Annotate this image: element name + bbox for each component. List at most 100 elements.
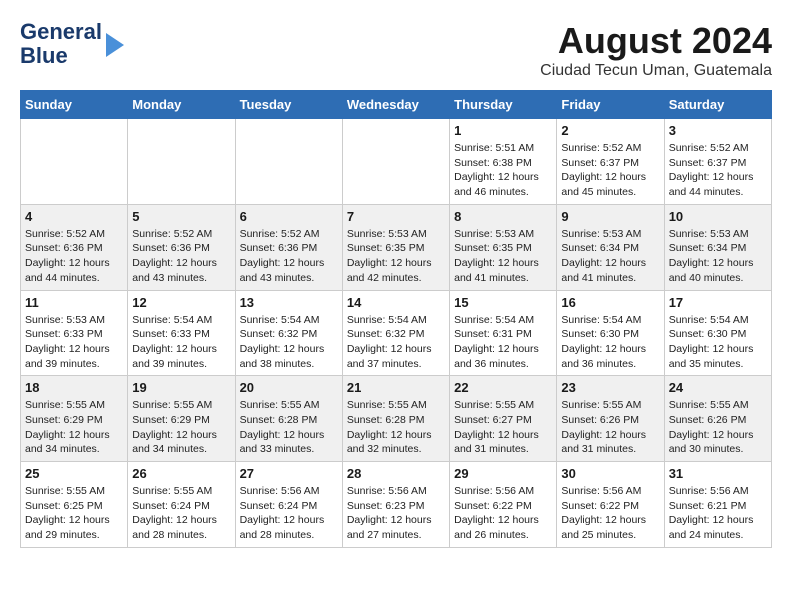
calendar-cell: 28 Sunrise: 5:56 AM Sunset: 6:23 PM Dayli… [342,462,449,548]
calendar-table: SundayMondayTuesdayWednesdayThursdayFrid… [20,90,772,548]
day-info: Sunrise: 5:56 AM Sunset: 6:22 PM Dayligh… [561,484,659,543]
day-info: Sunrise: 5:55 AM Sunset: 6:27 PM Dayligh… [454,398,552,457]
calendar-cell [128,119,235,205]
day-info: Sunrise: 5:51 AM Sunset: 6:38 PM Dayligh… [454,141,552,200]
title-area: August 2024 Ciudad Tecun Uman, Guatemala [540,20,772,80]
day-number: 13 [240,295,338,310]
calendar-cell: 26Sunrise: 5:55 AM Sunset: 6:24 PM Dayli… [128,462,235,548]
day-number: 1 [454,123,552,138]
calendar-cell: 17Sunrise: 5:54 AM Sunset: 6:30 PM Dayli… [664,290,771,376]
day-number: 12 [132,295,230,310]
logo-arrow-icon [106,33,124,57]
location: Ciudad Tecun Uman, Guatemala [540,62,772,80]
day-number: 27 [240,466,338,481]
day-number: 23 [561,380,659,395]
weekday-header-row: SundayMondayTuesdayWednesdayThursdayFrid… [21,91,772,119]
day-number: 30 [561,466,659,481]
calendar-week-row: 18 Sunrise: 5:55 AM Sunset: 6:29 PM Dayli… [21,376,772,462]
calendar-cell: 1 Sunrise: 5:51 AM Sunset: 6:38 PM Daylig… [450,119,557,205]
day-number: 25 [25,466,123,481]
calendar-cell: 14 Sunrise: 5:54 AM Sunset: 6:32 PM Dayli… [342,290,449,376]
calendar-week-row: 11 Sunrise: 5:53 AM Sunset: 6:33 PM Dayli… [21,290,772,376]
calendar-cell: 27 Sunrise: 5:56 AM Sunset: 6:24 PM Dayli… [235,462,342,548]
calendar-cell: 15 Sunrise: 5:54 AM Sunset: 6:31 PM Dayli… [450,290,557,376]
day-number: 10 [669,209,767,224]
calendar-cell: 6 Sunrise: 5:52 AM Sunset: 6:36 PM Daylig… [235,204,342,290]
day-number: 21 [347,380,445,395]
day-info: Sunrise: 5:56 AM Sunset: 6:24 PM Dayligh… [240,484,338,543]
day-info: Sunrise: 5:55 AM Sunset: 6:29 PM Dayligh… [132,398,230,457]
logo-line2: Blue [20,44,102,68]
calendar-cell: 23 Sunrise: 5:55 AM Sunset: 6:26 PM Dayli… [557,376,664,462]
calendar-cell: 8Sunrise: 5:53 AM Sunset: 6:35 PM Daylig… [450,204,557,290]
calendar-cell: 19 Sunrise: 5:55 AM Sunset: 6:29 PM Dayli… [128,376,235,462]
day-number: 16 [561,295,659,310]
calendar-cell [21,119,128,205]
day-info: Sunrise: 5:52 AM Sunset: 6:36 PM Dayligh… [25,227,123,286]
day-info: Sunrise: 5:56 AM Sunset: 6:23 PM Dayligh… [347,484,445,543]
logo-line1: General [20,20,102,44]
calendar-cell: 24Sunrise: 5:55 AM Sunset: 6:26 PM Dayli… [664,376,771,462]
day-info: Sunrise: 5:52 AM Sunset: 6:37 PM Dayligh… [669,141,767,200]
day-info: Sunrise: 5:53 AM Sunset: 6:34 PM Dayligh… [561,227,659,286]
page-header: General Blue August 2024 Ciudad Tecun Um… [20,20,772,80]
calendar-cell [235,119,342,205]
day-info: Sunrise: 5:54 AM Sunset: 6:30 PM Dayligh… [669,313,767,372]
calendar-cell: 13 Sunrise: 5:54 AM Sunset: 6:32 PM Dayli… [235,290,342,376]
calendar-week-row: 1 Sunrise: 5:51 AM Sunset: 6:38 PM Daylig… [21,119,772,205]
day-info: Sunrise: 5:53 AM Sunset: 6:33 PM Dayligh… [25,313,123,372]
calendar-cell: 10 Sunrise: 5:53 AM Sunset: 6:34 PM Dayli… [664,204,771,290]
calendar-week-row: 25 Sunrise: 5:55 AM Sunset: 6:25 PM Dayli… [21,462,772,548]
day-number: 28 [347,466,445,481]
weekday-header: Monday [128,91,235,119]
day-info: Sunrise: 5:55 AM Sunset: 6:28 PM Dayligh… [347,398,445,457]
calendar-cell: 3 Sunrise: 5:52 AM Sunset: 6:37 PM Daylig… [664,119,771,205]
day-number: 31 [669,466,767,481]
day-info: Sunrise: 5:54 AM Sunset: 6:31 PM Dayligh… [454,313,552,372]
logo: General Blue [20,20,124,68]
weekday-header: Friday [557,91,664,119]
day-info: Sunrise: 5:55 AM Sunset: 6:28 PM Dayligh… [240,398,338,457]
calendar-cell: 5Sunrise: 5:52 AM Sunset: 6:36 PM Daylig… [128,204,235,290]
day-info: Sunrise: 5:54 AM Sunset: 6:32 PM Dayligh… [240,313,338,372]
day-number: 20 [240,380,338,395]
month-title: August 2024 [540,20,772,62]
day-info: Sunrise: 5:56 AM Sunset: 6:21 PM Dayligh… [669,484,767,543]
day-info: Sunrise: 5:55 AM Sunset: 6:29 PM Dayligh… [25,398,123,457]
day-number: 18 [25,380,123,395]
day-number: 2 [561,123,659,138]
day-number: 15 [454,295,552,310]
day-info: Sunrise: 5:55 AM Sunset: 6:26 PM Dayligh… [561,398,659,457]
day-info: Sunrise: 5:53 AM Sunset: 6:35 PM Dayligh… [347,227,445,286]
weekday-header: Wednesday [342,91,449,119]
calendar-cell: 22 Sunrise: 5:55 AM Sunset: 6:27 PM Dayli… [450,376,557,462]
day-info: Sunrise: 5:52 AM Sunset: 6:36 PM Dayligh… [240,227,338,286]
day-info: Sunrise: 5:55 AM Sunset: 6:26 PM Dayligh… [669,398,767,457]
calendar-cell: 20 Sunrise: 5:55 AM Sunset: 6:28 PM Dayli… [235,376,342,462]
day-number: 6 [240,209,338,224]
day-number: 11 [25,295,123,310]
day-number: 3 [669,123,767,138]
calendar-cell: 18 Sunrise: 5:55 AM Sunset: 6:29 PM Dayli… [21,376,128,462]
day-number: 14 [347,295,445,310]
day-info: Sunrise: 5:53 AM Sunset: 6:34 PM Dayligh… [669,227,767,286]
day-number: 7 [347,209,445,224]
calendar-cell: 2Sunrise: 5:52 AM Sunset: 6:37 PM Daylig… [557,119,664,205]
calendar-cell: 21 Sunrise: 5:55 AM Sunset: 6:28 PM Dayli… [342,376,449,462]
day-info: Sunrise: 5:55 AM Sunset: 6:25 PM Dayligh… [25,484,123,543]
day-number: 19 [132,380,230,395]
calendar-cell: 11 Sunrise: 5:53 AM Sunset: 6:33 PM Dayli… [21,290,128,376]
calendar-cell: 29Sunrise: 5:56 AM Sunset: 6:22 PM Dayli… [450,462,557,548]
calendar-cell: 12 Sunrise: 5:54 AM Sunset: 6:33 PM Dayli… [128,290,235,376]
calendar-cell [342,119,449,205]
day-info: Sunrise: 5:54 AM Sunset: 6:32 PM Dayligh… [347,313,445,372]
weekday-header: Thursday [450,91,557,119]
day-number: 5 [132,209,230,224]
weekday-header: Saturday [664,91,771,119]
calendar-cell: 16Sunrise: 5:54 AM Sunset: 6:30 PM Dayli… [557,290,664,376]
calendar-header: SundayMondayTuesdayWednesdayThursdayFrid… [21,91,772,119]
day-info: Sunrise: 5:54 AM Sunset: 6:33 PM Dayligh… [132,313,230,372]
calendar-week-row: 4Sunrise: 5:52 AM Sunset: 6:36 PM Daylig… [21,204,772,290]
day-info: Sunrise: 5:56 AM Sunset: 6:22 PM Dayligh… [454,484,552,543]
day-number: 22 [454,380,552,395]
